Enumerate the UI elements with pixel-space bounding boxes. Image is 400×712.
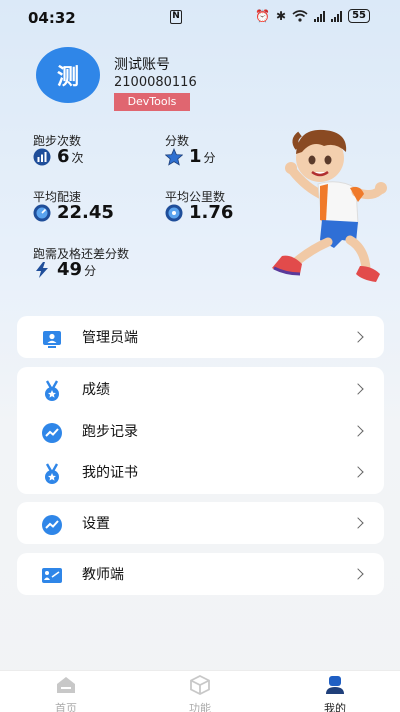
devtools-button[interactable]: DevTools: [114, 93, 190, 111]
bluetooth-icon: ✱: [276, 9, 287, 23]
chart-icon: [33, 148, 51, 165]
run-records-label: 跑步记录: [82, 424, 138, 440]
wifi-icon: [292, 10, 308, 22]
nfc-icon: N: [170, 10, 182, 24]
score-unit: 分: [203, 151, 216, 165]
account-name: 测试账号: [114, 57, 170, 73]
nav-mine-label: 我的: [324, 702, 346, 712]
user-icon: [326, 676, 344, 694]
status-time: 04:32: [28, 9, 76, 27]
chevron-right-icon: [352, 331, 364, 343]
trend-chart-icon: [42, 423, 62, 443]
alarm-icon: ⏰: [255, 9, 271, 23]
avg-pace-stat: 22.45: [33, 202, 114, 223]
lightning-icon: [36, 261, 48, 278]
signal-icon-2: [331, 10, 343, 22]
settings-card: 设置: [17, 502, 384, 544]
nav-functions[interactable]: 功能: [170, 674, 230, 712]
avg-km-value: 1.76: [189, 202, 234, 223]
chevron-right-icon: [352, 517, 364, 529]
avg-pace-value: 22.45: [57, 202, 114, 223]
home-icon: [57, 677, 75, 693]
battery-indicator: 55: [348, 9, 370, 23]
speedometer-icon: [33, 204, 51, 221]
chevron-right-icon: [352, 466, 364, 478]
bottom-nav: 首页 功能 我的: [0, 670, 400, 712]
nav-home[interactable]: 首页: [36, 675, 96, 712]
run-count-unit: 次: [71, 151, 84, 165]
teacher-label: 教师端: [82, 567, 124, 583]
avatar[interactable]: 测: [36, 47, 100, 103]
status-bar: 04:32 N ⏰ ✱ 55: [0, 0, 400, 34]
pass-diff-unit: 分: [84, 264, 97, 278]
runner-illustration: [272, 129, 387, 282]
admin-card: 管理员端: [17, 316, 384, 358]
nav-mine[interactable]: 我的: [305, 675, 365, 712]
nav-home-label: 首页: [55, 702, 77, 712]
menu-item-teacher[interactable]: 教师端: [17, 554, 384, 594]
score-value: 1: [189, 146, 202, 167]
avg-km-stat: 1.76: [165, 202, 233, 223]
menu-item-run-records[interactable]: 跑步记录: [17, 411, 384, 451]
teacher-board-icon: [42, 568, 62, 583]
medal-icon: [45, 380, 59, 401]
chevron-right-icon: [352, 425, 364, 437]
chevron-right-icon: [352, 383, 364, 395]
star-icon: [165, 147, 183, 166]
monitor-user-icon: [43, 331, 61, 348]
run-count-stat: 6 次: [33, 146, 84, 167]
certificate-label: 我的证书: [82, 465, 138, 481]
settings-chart-icon: [42, 515, 62, 535]
menu-item-certificate[interactable]: 我的证书: [17, 452, 384, 492]
settings-label: 设置: [82, 516, 110, 532]
nav-functions-label: 功能: [189, 702, 211, 712]
score-stat: 1 分: [165, 146, 216, 167]
account-id: 2100080116: [114, 75, 197, 90]
signal-icon: [314, 10, 326, 22]
records-card: 成绩 跑步记录 我的证书: [17, 367, 384, 494]
admin-label: 管理员端: [82, 330, 138, 346]
run-count-value: 6: [57, 146, 70, 167]
menu-item-settings[interactable]: 设置: [17, 503, 384, 543]
cube-icon: [190, 674, 210, 696]
pass-diff-stat: 49 分: [33, 259, 96, 280]
grades-label: 成绩: [82, 382, 110, 398]
status-icons: ⏰ ✱ 55: [255, 8, 370, 24]
chevron-right-icon: [352, 568, 364, 580]
teacher-card: 教师端: [17, 553, 384, 595]
menu-item-grades[interactable]: 成绩: [17, 369, 384, 409]
menu-item-admin[interactable]: 管理员端: [17, 317, 384, 357]
gauge-icon: [165, 204, 183, 221]
pass-diff-value: 49: [57, 259, 83, 280]
certificate-medal-icon: [45, 463, 59, 484]
